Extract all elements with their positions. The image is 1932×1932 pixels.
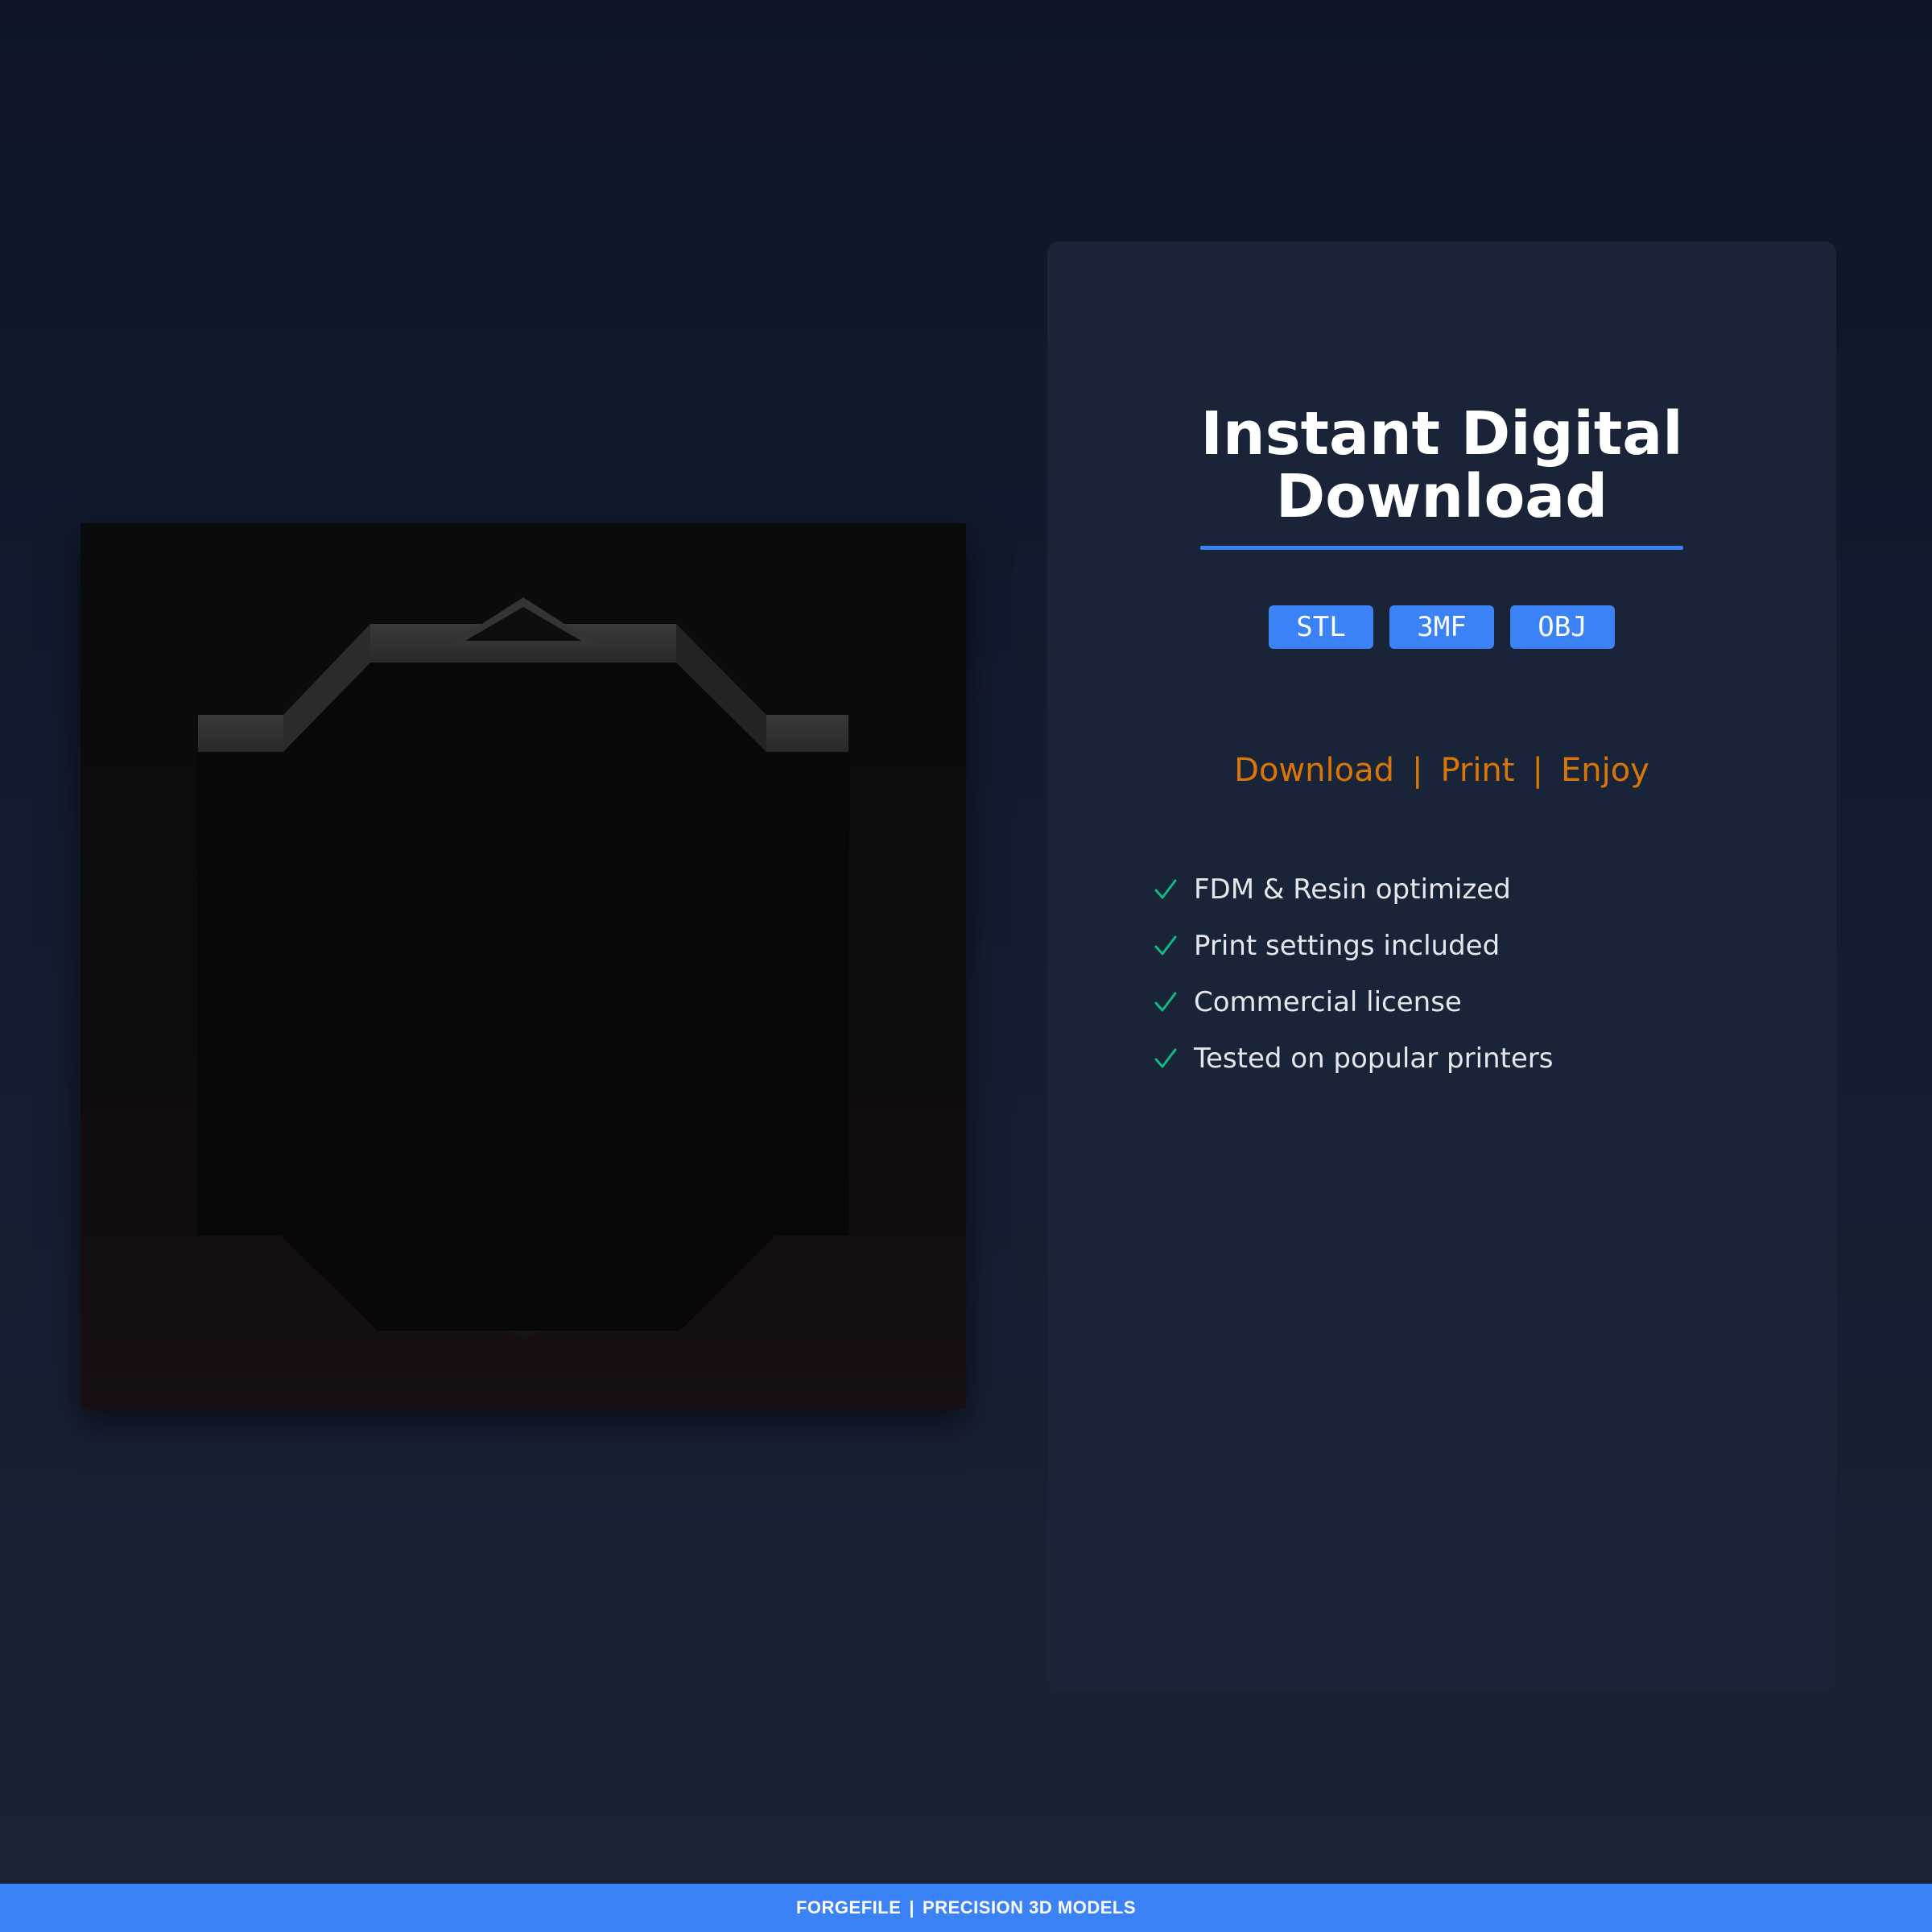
tagline: Download | Print | Enjoy [1047, 750, 1836, 791]
footer-slogan: PRECISION 3D MODELS [923, 1897, 1137, 1918]
title-underline [1200, 546, 1683, 550]
feature-label: Tested on popular printers [1194, 1042, 1554, 1075]
feature-item: Commercial license [1152, 974, 1554, 1030]
tagline-separator: | [1532, 752, 1543, 789]
check-icon [1152, 989, 1179, 1016]
check-icon [1152, 876, 1179, 903]
tagline-print: Print [1440, 752, 1515, 789]
feature-label: Commercial license [1194, 986, 1462, 1018]
format-chip-3mf: 3MF [1389, 605, 1494, 649]
check-icon [1152, 932, 1179, 960]
format-chip-obj: OBJ [1510, 605, 1615, 649]
octagonal-model-icon [197, 597, 849, 1338]
feature-label: Print settings included [1194, 930, 1501, 962]
feature-label: FDM & Resin optimized [1194, 873, 1511, 906]
feature-item: Tested on popular printers [1152, 1030, 1554, 1087]
tagline-download: Download [1234, 752, 1394, 789]
feature-item: Print settings included [1152, 918, 1554, 974]
product-render-image [80, 523, 966, 1409]
footer-brand: FORGEFILE [795, 1897, 902, 1918]
tagline-separator: | [1411, 752, 1423, 789]
footer-bar: FORGEFILE | PRECISION 3D MODELS [0, 1884, 1932, 1932]
tagline-enjoy: Enjoy [1560, 752, 1649, 789]
info-card: Instant Digital Download STL 3MF OBJ Dow… [1047, 242, 1836, 1690]
card-title: Instant Digital Download [1200, 399, 1683, 531]
footer-separator: | [909, 1897, 915, 1918]
format-chips: STL 3MF OBJ [1047, 605, 1836, 649]
format-chip-stl: STL [1269, 605, 1373, 649]
check-icon [1152, 1045, 1179, 1072]
feature-list: FDM & Resin optimized Print settings inc… [1152, 861, 1554, 1087]
feature-item: FDM & Resin optimized [1152, 861, 1554, 918]
